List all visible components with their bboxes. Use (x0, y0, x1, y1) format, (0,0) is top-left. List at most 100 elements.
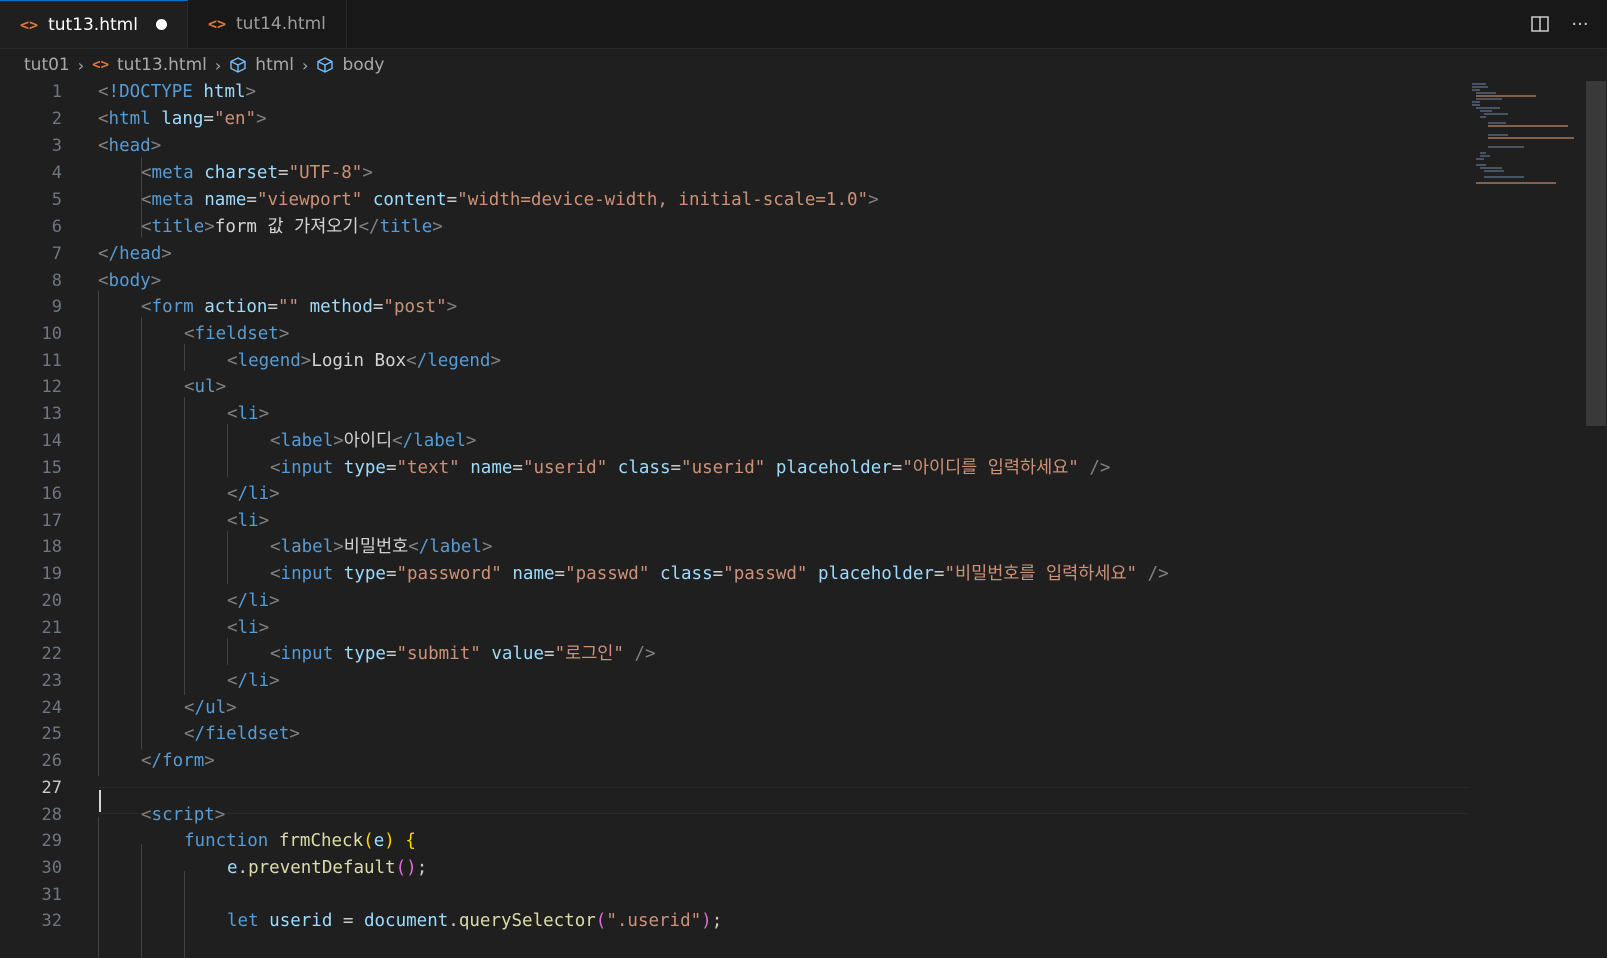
token: Login Box (311, 351, 407, 371)
token: input (280, 644, 334, 664)
token: placeholder (775, 458, 892, 478)
minimap-line (1476, 107, 1500, 109)
token: e (373, 831, 385, 851)
line-number: 18 (41, 537, 62, 557)
line-number: 10 (41, 324, 62, 344)
token: /ul (194, 698, 227, 718)
breadcrumb-html[interactable]: html › (229, 55, 308, 75)
line-number: 20 (41, 591, 62, 611)
minimap-line (1480, 155, 1490, 157)
indent-guide (184, 871, 185, 958)
token: name (204, 190, 247, 210)
minimap[interactable] (1470, 81, 1580, 191)
code-editor[interactable]: 1 <!DOCTYPE html> 2 <html lang="en"> 3 <hea… (0, 81, 1607, 958)
editor-actions: ··· (1529, 0, 1591, 48)
token: "text" (396, 458, 460, 478)
token: "userid" (522, 458, 608, 478)
token: method (309, 297, 373, 317)
line-number: 3 (51, 136, 62, 156)
tab-tut13[interactable]: <> tut13.html (0, 0, 188, 48)
scrollbar-thumb[interactable] (1586, 81, 1606, 426)
minimap-line (1488, 125, 1568, 127)
cube-icon (229, 56, 247, 74)
line-number: 5 (51, 190, 62, 210)
token: !DOCTYPE (108, 82, 193, 102)
chevron-right-icon: › (214, 55, 222, 75)
line-number: 28 (41, 805, 62, 825)
minimap-line (1472, 104, 1480, 106)
token: name (512, 564, 555, 584)
token: /li (237, 484, 270, 504)
html-file-icon: <> (207, 15, 226, 33)
token: title (151, 217, 205, 237)
minimap-line (1484, 170, 1504, 172)
token: "비밀번호를 입력하세요" (944, 564, 1138, 584)
minimap-line (1484, 113, 1508, 115)
token: li (237, 511, 259, 531)
line-number: 29 (41, 831, 62, 851)
tab-label: tut14.html (236, 14, 326, 34)
line-number: 26 (41, 751, 62, 771)
breadcrumb-folder[interactable]: tut01 › (24, 55, 84, 75)
token: "password" (396, 564, 502, 584)
line-number: 22 (41, 644, 62, 664)
token: content (372, 190, 447, 210)
token: let (227, 911, 259, 931)
line-number: 16 (41, 484, 62, 504)
token: /li (237, 591, 270, 611)
line-number: 15 (41, 458, 62, 478)
minimap-line (1472, 101, 1480, 103)
token: form 값 가져오기 (214, 217, 359, 237)
line-number: 24 (41, 698, 62, 718)
token: meta (151, 190, 194, 210)
tab-tut14[interactable]: <> tut14.html (187, 0, 347, 48)
indent-guide (141, 844, 142, 958)
unsaved-dot-icon[interactable] (155, 19, 167, 30)
split-editor-icon[interactable] (1529, 13, 1551, 35)
editor-tab-bar: <> tut13.html <> tut14.html ··· (0, 0, 1607, 49)
indent-guide (227, 424, 228, 477)
token: label (280, 431, 334, 451)
line-number: 23 (41, 671, 62, 691)
token: "로그인" (554, 644, 624, 664)
minimap-line (1488, 146, 1524, 148)
breadcrumb-folder-label: tut01 (24, 55, 70, 75)
token: class (617, 458, 671, 478)
tab-label: tut13.html (48, 14, 138, 35)
minimap-line (1480, 167, 1502, 169)
breadcrumb-file[interactable]: <> tut13.html › (92, 55, 221, 75)
line-number: 7 (51, 244, 62, 264)
breadcrumb-html-label: html (255, 55, 295, 75)
minimap-line (1476, 158, 1484, 160)
token: /form (151, 751, 205, 771)
token: 아이디 (343, 431, 393, 451)
cube-icon (316, 56, 334, 74)
chevron-right-icon: › (77, 55, 85, 75)
token: charset (204, 163, 279, 183)
token: placeholder (818, 564, 934, 584)
token: ul (194, 377, 216, 397)
token: value (491, 644, 545, 664)
token: document (363, 911, 449, 931)
token: 비밀번호 (343, 537, 409, 557)
breadcrumb: tut01 › <> tut13.html › html › body (0, 49, 1607, 81)
more-actions-icon[interactable]: ··· (1569, 13, 1591, 35)
token: form (151, 297, 194, 317)
token: "post" (383, 297, 447, 317)
token: e (227, 858, 238, 878)
breadcrumb-body[interactable]: body (316, 55, 384, 75)
indent-guide (98, 291, 99, 776)
token: "아이디를 입력하세요" (902, 458, 1079, 478)
line-number: 1 (51, 82, 62, 102)
token: html (108, 109, 151, 129)
minimap-line (1488, 122, 1506, 124)
minimap-line (1472, 86, 1488, 88)
token: /li (237, 671, 270, 691)
token: fieldset (194, 324, 279, 344)
token: script (151, 805, 215, 825)
token: head (108, 136, 151, 156)
token: ".userid" (606, 911, 702, 931)
minimap-line (1488, 134, 1508, 136)
token: "passwd" (565, 564, 650, 584)
minimap-line (1476, 98, 1502, 100)
